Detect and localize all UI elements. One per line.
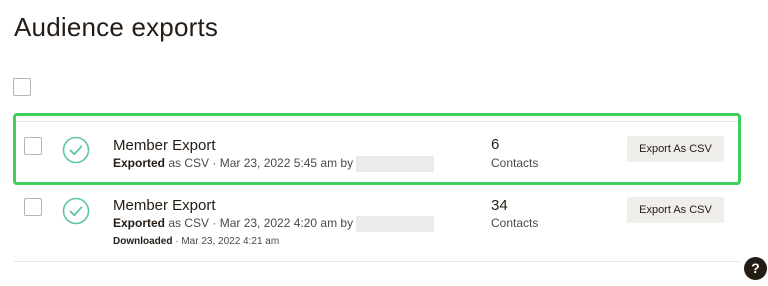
select-all-checkbox[interactable]	[13, 78, 31, 96]
export-name: Member Export	[113, 197, 216, 214]
downloaded-status: Downloaded	[113, 236, 173, 247]
download-meta: Downloaded · Mar 23, 2022 4:21 am	[113, 236, 279, 247]
contact-count-label: Contacts	[491, 156, 539, 170]
check-circle-icon	[62, 197, 90, 225]
export-status: Exported	[113, 156, 166, 171]
redacted-user	[356, 156, 435, 172]
export-as-csv-button[interactable]: Export As CSV	[627, 136, 724, 162]
downloaded-details: · Mar 23, 2022 4:21 am	[172, 236, 280, 247]
help-button[interactable]: ?	[744, 257, 767, 280]
redacted-user	[356, 216, 435, 232]
table-row: Member Export Exported as CSV · Mar 23, …	[14, 184, 740, 262]
export-details: as CSV · Mar 23, 2022 5:45 am by	[165, 156, 354, 171]
row-checkbox[interactable]	[24, 137, 42, 155]
export-meta: Exported as CSV · Mar 23, 2022 4:20 am b…	[113, 216, 435, 232]
check-circle-icon	[62, 136, 90, 164]
export-as-csv-button[interactable]: Export As CSV	[627, 197, 724, 223]
table-row: Member Export Exported as CSV · Mar 23, …	[14, 121, 740, 184]
export-details: as CSV · Mar 23, 2022 4:20 am by	[165, 216, 354, 231]
contact-count-label: Contacts	[491, 216, 539, 230]
export-status: Exported	[113, 216, 166, 231]
export-meta: Exported as CSV · Mar 23, 2022 5:45 am b…	[113, 156, 435, 172]
row-checkbox[interactable]	[24, 198, 42, 216]
contact-count: 34	[491, 197, 508, 214]
page-title: Audience exports	[14, 12, 219, 42]
divider	[14, 261, 740, 262]
export-name: Member Export	[113, 137, 216, 154]
contact-count: 6	[491, 136, 500, 153]
